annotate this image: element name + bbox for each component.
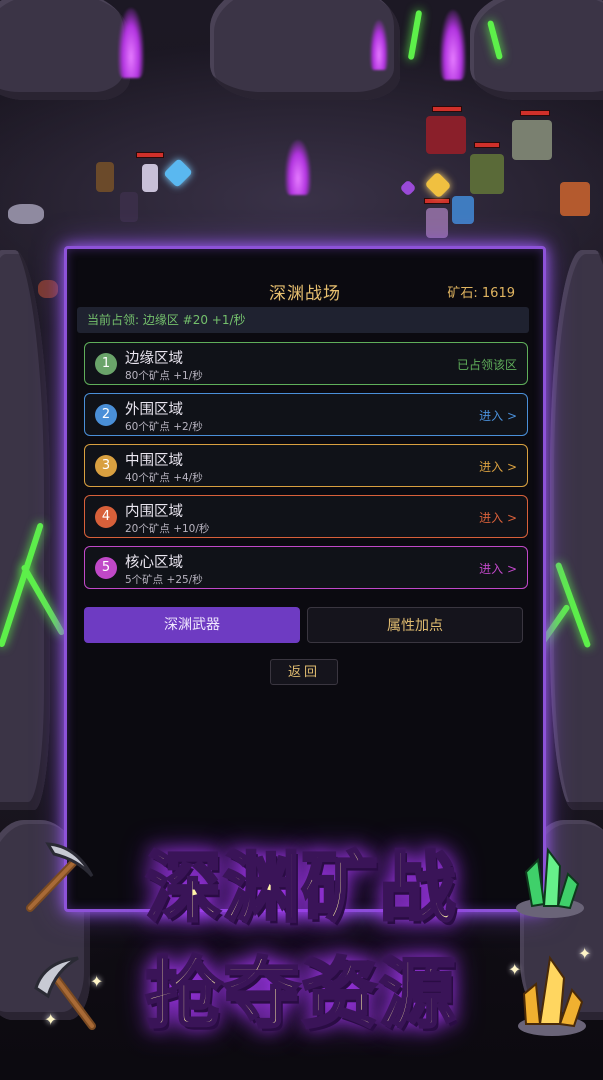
sparkle-icon: ✦ <box>508 960 522 979</box>
green-crystal-icon <box>516 847 584 918</box>
purple-gem-icon <box>399 179 417 197</box>
zone-number-badge: 1 <box>95 353 117 375</box>
monster-hp-bar <box>432 106 462 112</box>
orc-monster-sprite <box>470 154 504 194</box>
zone-enter-link[interactable]: 进入 > <box>479 509 517 526</box>
zone-name: 外围区域 <box>125 402 183 418</box>
zone-row-core[interactable]: 5 核心区域 5个矿点 +25/秒 进入 > <box>84 546 528 589</box>
green-crack <box>407 9 423 61</box>
imp-monster-sprite <box>560 182 590 216</box>
hero-sprite <box>96 162 114 192</box>
purple-flame-icon <box>285 140 311 195</box>
zone-row-edge[interactable]: 1 边缘区域 80个矿点 +1/秒 已占领该区 <box>84 342 528 385</box>
purple-flame-icon <box>118 8 144 78</box>
ore-rocks <box>8 204 44 224</box>
purple-flame-icon <box>370 20 388 70</box>
monster-hp-bar <box>520 110 550 116</box>
hero-sprite <box>142 164 158 192</box>
demon-monster-sprite <box>426 116 466 154</box>
zone-info: 60个矿点 +2/秒 <box>125 421 203 433</box>
cave-rock <box>0 250 50 810</box>
zone-name: 中围区域 <box>125 453 183 469</box>
back-button[interactable]: 返回 <box>270 659 338 685</box>
zone-info: 80个矿点 +1/秒 <box>125 370 203 382</box>
zone-name: 内围区域 <box>125 504 183 520</box>
ogre-monster-sprite <box>512 120 552 160</box>
monster-sprite <box>452 196 474 224</box>
zone-info: 20个矿点 +10/秒 <box>125 523 210 535</box>
zone-enter-link[interactable]: 进入 > <box>479 407 517 424</box>
monster-hp-bar <box>424 198 450 204</box>
gold-crystal-icon <box>518 955 586 1036</box>
zone-name: 边缘区域 <box>125 351 183 367</box>
pickaxe-icon <box>26 842 94 912</box>
current-occupation-status: 当前占领: 边缘区 #20 +1/秒 <box>77 307 529 333</box>
sparkle-icon: ✦ <box>578 944 592 963</box>
gold-crystal-icon <box>424 171 452 199</box>
cave-rock <box>550 250 603 810</box>
monster-hp-bar <box>474 142 500 148</box>
cave-rock <box>0 0 130 100</box>
zone-row-inner[interactable]: 4 内围区域 20个矿点 +10/秒 进入 > <box>84 495 528 538</box>
cave-rock <box>470 0 603 100</box>
sparkle-icon: ✦ <box>44 1010 58 1029</box>
zone-info: 40个矿点 +4/秒 <box>125 472 203 484</box>
zone-name: 核心区域 <box>125 555 183 571</box>
zone-row-middle[interactable]: 3 中围区域 40个矿点 +4/秒 进入 > <box>84 444 528 487</box>
zone-number-badge: 4 <box>95 506 117 528</box>
zone-number-badge: 3 <box>95 455 117 477</box>
abyss-weapon-button[interactable]: 深渊武器 <box>84 607 300 643</box>
zone-enter-link[interactable]: 进入 > <box>479 560 517 577</box>
ore-rocks <box>38 280 58 298</box>
attribute-points-button[interactable]: 属性加点 <box>307 607 523 643</box>
ore-count: 矿石: 1619 <box>447 286 515 301</box>
sparkle-icon: ✦ <box>90 972 104 991</box>
hero-sprite <box>120 192 138 222</box>
zone-number-badge: 5 <box>95 557 117 579</box>
zone-row-outer[interactable]: 2 外围区域 60个矿点 +2/秒 进入 > <box>84 393 528 436</box>
purple-flame-icon <box>440 10 466 80</box>
zone-occupied-label: 已占领该区 <box>456 358 517 372</box>
zone-enter-link[interactable]: 进入 > <box>479 458 517 475</box>
zone-number-badge: 2 <box>95 404 117 426</box>
monster-sprite <box>426 208 448 238</box>
blue-crystal-icon <box>163 158 193 188</box>
abyss-battlefield-panel: 深渊战场 矿石: 1619 当前占领: 边缘区 #20 +1/秒 1 边缘区域 … <box>64 246 546 912</box>
pickaxe-icon <box>34 956 96 1030</box>
zone-info: 5个矿点 +25/秒 <box>125 574 203 586</box>
hero-hp-bar <box>136 152 164 158</box>
